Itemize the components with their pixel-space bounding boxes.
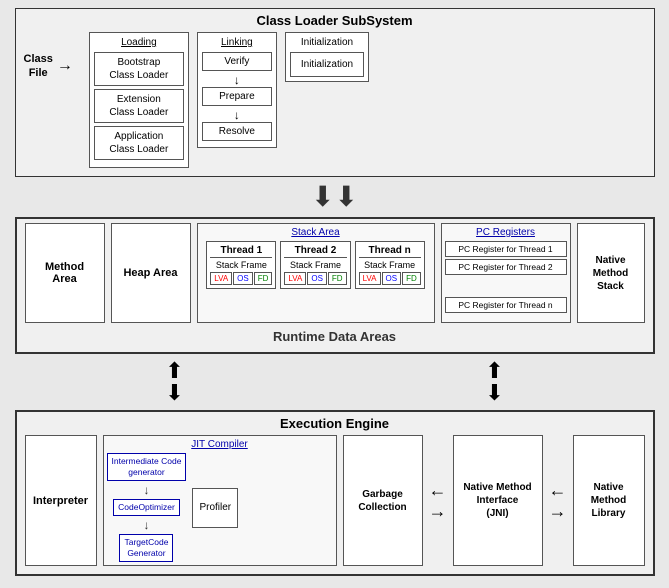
- down-arrow-1: ⬇: [311, 183, 334, 211]
- bootstrap-loader: BootstrapClass Loader: [94, 52, 184, 86]
- thread-2-lva-row: LVA OS FD: [284, 272, 346, 285]
- thread-n-stack-frame: Stack Frame: [359, 260, 421, 270]
- thread-2-label: Thread 2: [284, 245, 346, 258]
- heap-area: Heap Area: [111, 223, 191, 323]
- native-method-interface: Native Method Interface (JNI): [453, 435, 543, 566]
- jit-label: JIT Compiler: [107, 439, 333, 450]
- application-loader: ApplicationClass Loader: [94, 126, 184, 160]
- thread-2-box: Thread 2 Stack Frame LVA OS FD: [280, 241, 350, 289]
- thread-1-lva-row: LVA OS FD: [210, 272, 272, 285]
- pc-reg-thread-n: PC Register for Thread n: [445, 297, 567, 313]
- execution-engine: Execution Engine Interpreter JIT Compile…: [15, 410, 655, 576]
- down-arrow-left: ⬇: [165, 382, 183, 404]
- jit-intermediate: Intermediate Codegenerator: [107, 453, 187, 481]
- prepare-item: Prepare: [202, 87, 272, 106]
- thread-1-stack-frame: Stack Frame: [210, 260, 272, 270]
- class-loader-subsystem: Class Loader SubSystem Class File → Load…: [15, 8, 655, 177]
- prepare-arrow: ↓: [234, 109, 240, 121]
- jit-inner: Intermediate Codegenerator ↓ CodeOptimiz…: [107, 453, 333, 562]
- cls-inner: Class File → Loading BootstrapClass Load…: [24, 32, 646, 168]
- pc-registers: PC Registers PC Register for Thread 1 PC…: [441, 223, 571, 323]
- interpreter: Interpreter: [25, 435, 97, 566]
- thread-n-os: OS: [382, 272, 402, 285]
- pc-reg-thread-1: PC Register for Thread 1: [445, 241, 567, 257]
- thread-2-lva: LVA: [284, 272, 306, 285]
- thread-1-box: Thread 1 Stack Frame LVA OS FD: [206, 241, 276, 289]
- jit-flow: Intermediate Codegenerator ↓ CodeOptimiz…: [107, 453, 187, 562]
- class-file-input: Class File →: [24, 52, 77, 81]
- loading-label: Loading: [94, 37, 184, 48]
- jit-arrow-2: ↓: [143, 519, 149, 531]
- verify-item: Verify: [202, 52, 272, 71]
- cls-title: Class Loader SubSystem: [24, 13, 646, 28]
- pc-reg-thread-2: PC Register for Thread 2: [445, 259, 567, 275]
- linking-box: Linking Verify ↓ Prepare ↓ Resolve: [197, 32, 277, 148]
- pc-registers-label: PC Registers: [445, 227, 567, 238]
- garbage-collection: Garbage Collection: [343, 435, 423, 566]
- profiler: Profiler: [192, 488, 238, 528]
- thread-n-lva: LVA: [359, 272, 381, 285]
- thread-n-label: Thread n: [359, 245, 421, 258]
- class-file-arrow: →: [57, 57, 73, 75]
- up-arrow-right: ⬆: [485, 360, 503, 382]
- rda-ee-arrows: ⬆ ⬇ ⬆ ⬇: [15, 358, 655, 406]
- threads-row: Thread 1 Stack Frame LVA OS FD Thread 2 …: [201, 241, 431, 289]
- arrow-group-left: ⬆ ⬇: [165, 360, 183, 404]
- resolve-item: Resolve: [202, 122, 272, 141]
- thread-n-box: Thread n Stack Frame LVA OS FD: [355, 241, 425, 289]
- jit-arrow-1: ↓: [143, 484, 149, 496]
- rda-inner: Method Area Heap Area Stack Area Thread …: [25, 223, 645, 323]
- jit-compiler: JIT Compiler Intermediate Codegenerator …: [103, 435, 337, 566]
- extension-loader: ExtensionClass Loader: [94, 89, 184, 123]
- thread-1-label: Thread 1: [210, 245, 272, 258]
- init-inner: Initialization: [290, 52, 364, 77]
- left-arrow: ←: [429, 480, 447, 501]
- thread-n-lva-row: LVA OS FD: [359, 272, 421, 285]
- class-file-label: Class File: [24, 52, 53, 81]
- up-arrow-left: ⬆: [165, 360, 183, 382]
- ee-inner: Interpreter JIT Compiler Intermediate Co…: [25, 435, 645, 566]
- gc-nmi-arrows: ← →: [429, 435, 447, 566]
- rda-title: Runtime Data Areas: [25, 329, 645, 344]
- thread-2-stack-frame: Stack Frame: [284, 260, 346, 270]
- thread-2-fd: FD: [328, 272, 347, 285]
- thread-2-os: OS: [307, 272, 327, 285]
- down-arrow-right: ⬇: [485, 382, 503, 404]
- init-box: Initialization Initialization: [285, 32, 369, 82]
- thread-n-fd: FD: [402, 272, 421, 285]
- left-arrow-2: ←: [549, 480, 567, 501]
- diagram: Class Loader SubSystem Class File → Load…: [8, 8, 661, 576]
- right-arrow-2: →: [549, 501, 567, 522]
- runtime-data-areas: Method Area Heap Area Stack Area Thread …: [15, 217, 655, 354]
- thread-1-fd: FD: [254, 272, 273, 285]
- init-label: Initialization: [301, 37, 353, 48]
- stack-area-label: Stack Area: [201, 227, 431, 238]
- right-arrow: →: [429, 501, 447, 522]
- thread-1-lva: LVA: [210, 272, 232, 285]
- down-arrow-2: ⬇: [335, 183, 358, 211]
- jit-optimizer: CodeOptimizer: [113, 499, 180, 516]
- loading-box: Loading BootstrapClass Loader ExtensionC…: [89, 32, 189, 168]
- cls-rda-arrows: ⬇ ⬇: [311, 183, 358, 211]
- jit-target: TargetCodeGenerator: [119, 534, 173, 562]
- stack-area: Stack Area Thread 1 Stack Frame LVA OS F…: [197, 223, 435, 323]
- thread-1-os: OS: [233, 272, 253, 285]
- arrow-group-right: ⬆ ⬇: [485, 360, 503, 404]
- native-method-stack: Native Method Stack: [577, 223, 645, 323]
- verify-arrow: ↓: [234, 74, 240, 86]
- linking-label: Linking: [221, 37, 253, 48]
- ee-title: Execution Engine: [25, 416, 645, 431]
- method-area: Method Area: [25, 223, 105, 323]
- nmi-nml-arrows: ← →: [549, 435, 567, 566]
- native-method-library: Native Method Library: [573, 435, 645, 566]
